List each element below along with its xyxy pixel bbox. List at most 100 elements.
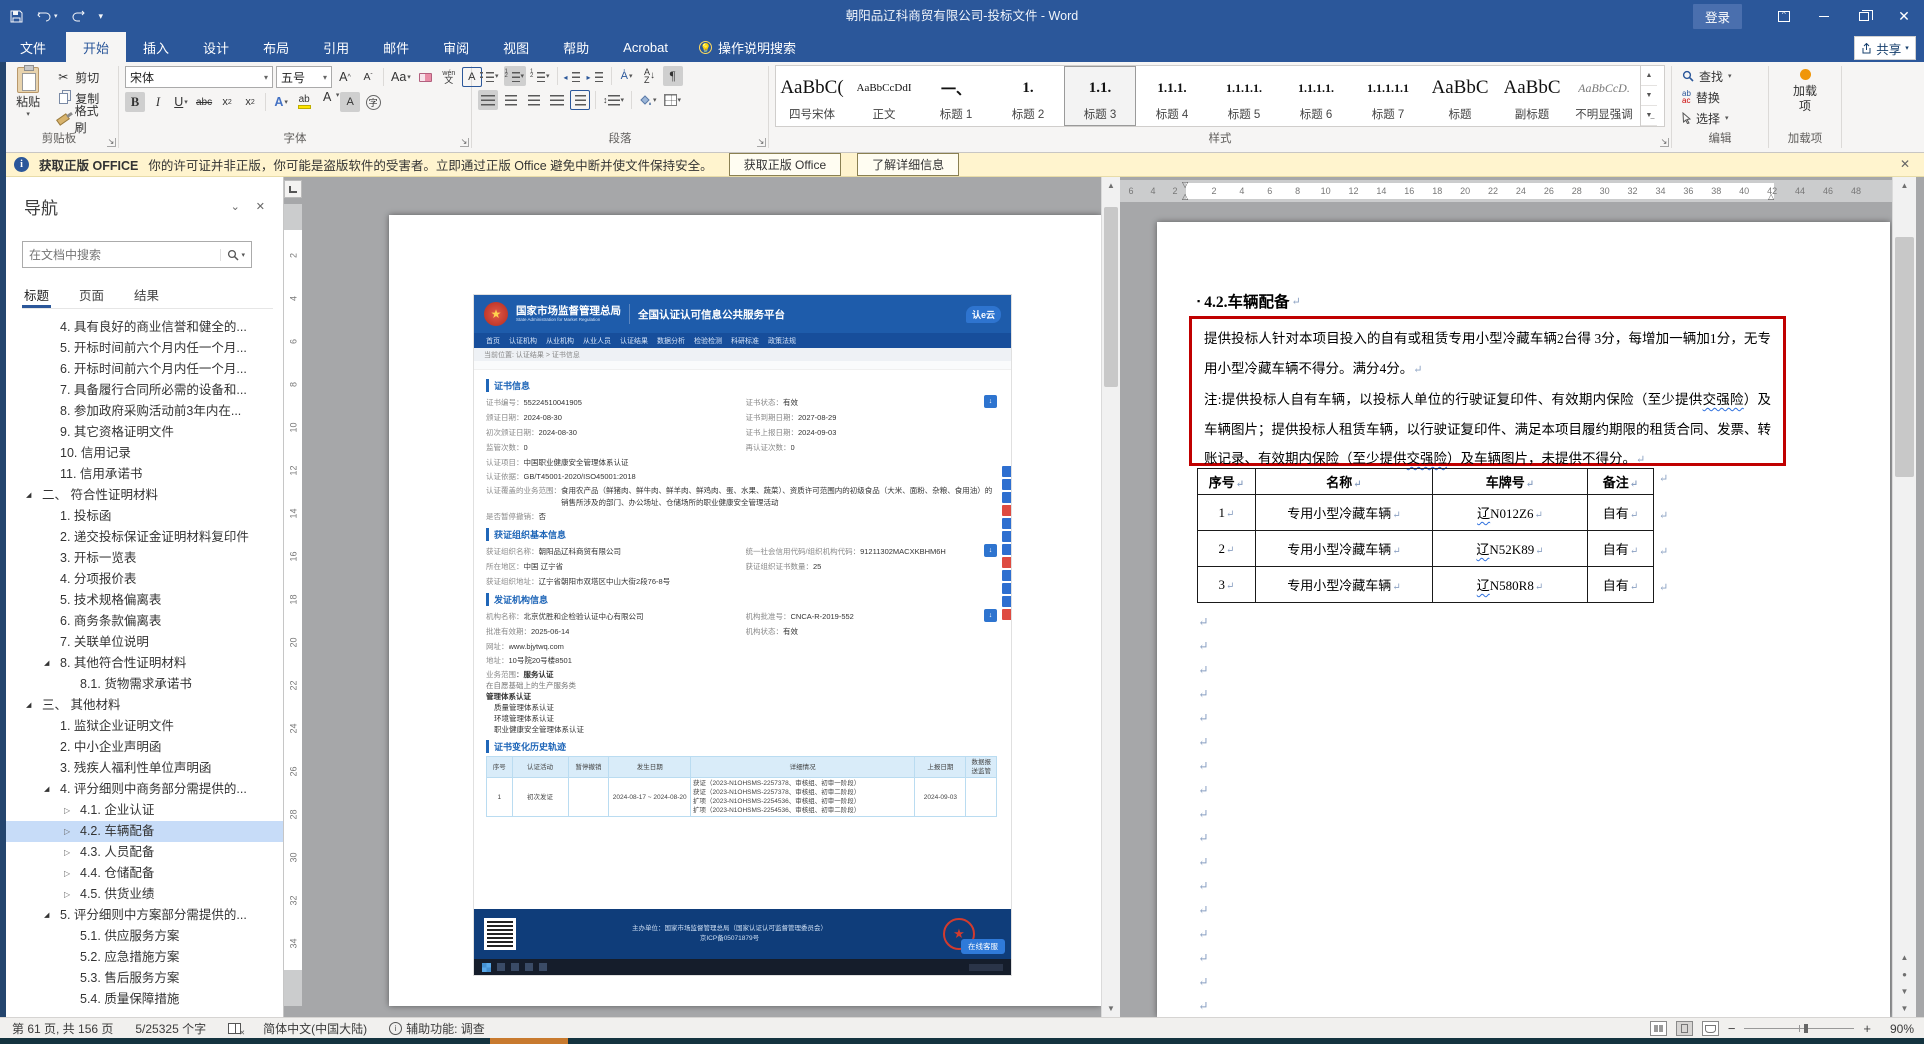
- bold-button[interactable]: B: [125, 92, 145, 112]
- find-button[interactable]: 查找 ▾: [1678, 67, 1736, 85]
- nav-heading-item[interactable]: 4. 具有良好的商业信誉和健全的...: [6, 317, 283, 338]
- nav-heading-item[interactable]: 6. 开标时间前六个月内任一个月...: [6, 359, 283, 380]
- nav-heading-item[interactable]: 2. 中小企业声明函: [6, 737, 283, 758]
- style-card[interactable]: AaBbC 副标题: [1496, 66, 1568, 126]
- superscript-button[interactable]: x2: [240, 92, 260, 112]
- paragraph-dialog-launcher[interactable]: ↘: [757, 138, 766, 147]
- nav-heading-item[interactable]: 5. 评分细则中方案部分需提供的...: [6, 905, 283, 926]
- tab-stop-selector[interactable]: [284, 180, 302, 198]
- nav-heading-item[interactable]: 2. 递交投标保证金证明材料复印件: [6, 527, 283, 548]
- right-pane-scrollbar[interactable]: ▲ ▲ ● ▼ ▼: [1892, 177, 1916, 1017]
- ribbon-tab[interactable]: Acrobat: [606, 32, 685, 62]
- ribbon-tab[interactable]: 邮件: [366, 32, 426, 62]
- style-card[interactable]: 1.1.1.1. 标题 5: [1208, 66, 1280, 126]
- nav-heading-item[interactable]: 5.1. 供应服务方案: [6, 926, 283, 947]
- nav-heading-item[interactable]: 4. 评分细则中商务部分需提供的...: [6, 779, 283, 800]
- first-line-indent-marker[interactable]: ▽: [1182, 181, 1188, 189]
- learn-more-button[interactable]: 了解详细信息: [857, 153, 960, 176]
- align-center-button[interactable]: [501, 90, 521, 110]
- align-right-button[interactable]: [524, 90, 544, 110]
- ribbon-tab[interactable]: 插入: [126, 32, 186, 62]
- bullets-button[interactable]: ▾: [478, 66, 501, 86]
- style-card[interactable]: 1. 标题 2: [992, 66, 1064, 126]
- zoom-out-button[interactable]: −: [1728, 1021, 1736, 1036]
- nav-heading-item[interactable]: 4.1. 企业认证: [6, 800, 283, 821]
- style-card[interactable]: 1.1.1.1. 标题 6: [1280, 66, 1352, 126]
- ribbon-tab[interactable]: 引用: [306, 32, 366, 62]
- distribute-button[interactable]: [570, 90, 590, 110]
- borders-button[interactable]: ▾: [662, 90, 684, 110]
- nav-heading-item[interactable]: 4.3. 人员配备: [6, 842, 283, 863]
- nav-heading-item[interactable]: 三、 其他材料: [6, 695, 283, 716]
- warning-close-icon[interactable]: ✕: [1900, 157, 1910, 171]
- style-card[interactable]: AaBbC 标题: [1424, 66, 1496, 126]
- clear-formatting-button[interactable]: [416, 67, 436, 87]
- document-page-left[interactable]: ★ 国家市场监督管理总局 State Administration for Mar…: [389, 215, 1101, 1006]
- nav-heading-item[interactable]: 10. 信用记录: [6, 443, 283, 464]
- nav-heading-item[interactable]: 1. 监狱企业证明文件: [6, 716, 283, 737]
- styles-dialog-launcher[interactable]: ↘: [1660, 138, 1669, 147]
- ribbon-tab[interactable]: 开始: [66, 32, 127, 62]
- get-genuine-office-button[interactable]: 获取正版 Office: [728, 153, 842, 176]
- clipboard-dialog-launcher[interactable]: ↘: [107, 138, 116, 147]
- share-button[interactable]: 共享 ▾: [1854, 36, 1916, 60]
- select-button[interactable]: 选择 ▾: [1678, 109, 1736, 127]
- nav-heading-item[interactable]: 5.2. 应急措施方案: [6, 947, 283, 968]
- right-indent-marker[interactable]: △: [1768, 193, 1774, 201]
- font-dialog-launcher[interactable]: ↘: [460, 138, 469, 147]
- style-card[interactable]: 一、 标题 1: [920, 66, 992, 126]
- change-case-button[interactable]: Aa ▾: [389, 67, 413, 87]
- cut-button[interactable]: ✂ 剪切: [52, 68, 112, 86]
- nav-heading-item[interactable]: 4. 分项报价表: [6, 569, 283, 590]
- tell-me-search[interactable]: 💡 操作说明搜索: [685, 32, 810, 62]
- underline-button[interactable]: U ▾: [171, 92, 191, 112]
- justify-button[interactable]: [547, 90, 567, 110]
- web-layout-button[interactable]: [1701, 1021, 1719, 1036]
- asian-layout-button[interactable]: A͗ ▾: [617, 66, 637, 86]
- nav-close-icon[interactable]: ✕: [248, 200, 273, 213]
- zoom-level[interactable]: 90%: [1880, 1022, 1914, 1036]
- italic-button[interactable]: I: [148, 92, 168, 112]
- ribbon-tab[interactable]: 布局: [246, 32, 306, 62]
- strikethrough-button[interactable]: abc: [194, 92, 214, 112]
- left-pane-scrollbar[interactable]: ▲ ▼: [1101, 177, 1120, 1017]
- multilevel-list-button[interactable]: ▾: [529, 66, 552, 86]
- proofing-status[interactable]: [228, 1022, 245, 1037]
- nav-tab[interactable]: 标题: [22, 281, 52, 308]
- shading-button[interactable]: ▾: [637, 90, 659, 110]
- font-size-combo[interactable]: 五号 ▾: [276, 66, 332, 88]
- format-painter-button[interactable]: 格式刷: [52, 104, 112, 135]
- nav-heading-item[interactable]: 4.5. 供货业绩: [6, 884, 283, 905]
- nav-tab[interactable]: 页面: [77, 281, 106, 308]
- style-card[interactable]: AaBbCcD. 不明显强调: [1568, 66, 1640, 126]
- numbering-button[interactable]: ▾: [503, 66, 527, 86]
- replace-button[interactable]: ab ac 替换: [1678, 88, 1736, 106]
- nav-heading-item[interactable]: 6. 商务条款偏离表: [6, 611, 283, 632]
- nav-heading-item[interactable]: 3. 残疾人福利性单位声明函: [6, 758, 283, 779]
- style-card[interactable]: 1.1. 标题 3: [1064, 66, 1136, 126]
- subscript-button[interactable]: x2: [217, 92, 237, 112]
- increase-indent-button[interactable]: [586, 66, 606, 86]
- nav-heading-item[interactable]: 7. 关联单位说明: [6, 632, 283, 653]
- ribbon-tab[interactable]: 设计: [186, 32, 246, 62]
- character-shading-button[interactable]: A: [340, 92, 361, 112]
- grow-font-button[interactable]: A ^: [335, 67, 355, 87]
- shrink-font-button[interactable]: Aˇ: [358, 67, 378, 87]
- font-color-button[interactable]: A ▾: [317, 90, 339, 112]
- nav-heading-item[interactable]: 5. 开标时间前六个月内任一个月...: [6, 338, 283, 359]
- highlight-color-button[interactable]: ab: [294, 92, 314, 112]
- nav-heading-item[interactable]: 4.2. 车辆配备: [6, 821, 283, 842]
- hanging-indent-marker[interactable]: △: [1182, 193, 1188, 201]
- read-mode-button[interactable]: [1649, 1021, 1667, 1036]
- nav-heading-item[interactable]: 3. 开标一览表: [6, 548, 283, 569]
- ribbon-display-options-button[interactable]: [1764, 0, 1804, 32]
- font-name-combo[interactable]: 宋体 ▾: [125, 66, 273, 88]
- ribbon-tab[interactable]: 帮助: [546, 32, 606, 62]
- styles-gallery-scroll[interactable]: ▲ ▼ ▼̲: [1640, 66, 1657, 126]
- minimize-button[interactable]: [1804, 0, 1844, 32]
- nav-heading-item[interactable]: 5.3. 售后服务方案: [6, 968, 283, 989]
- restore-button[interactable]: [1844, 0, 1884, 32]
- align-left-button[interactable]: [478, 90, 498, 110]
- ribbon-tab[interactable]: 视图: [486, 32, 546, 62]
- search-icon[interactable]: ▾: [220, 248, 245, 261]
